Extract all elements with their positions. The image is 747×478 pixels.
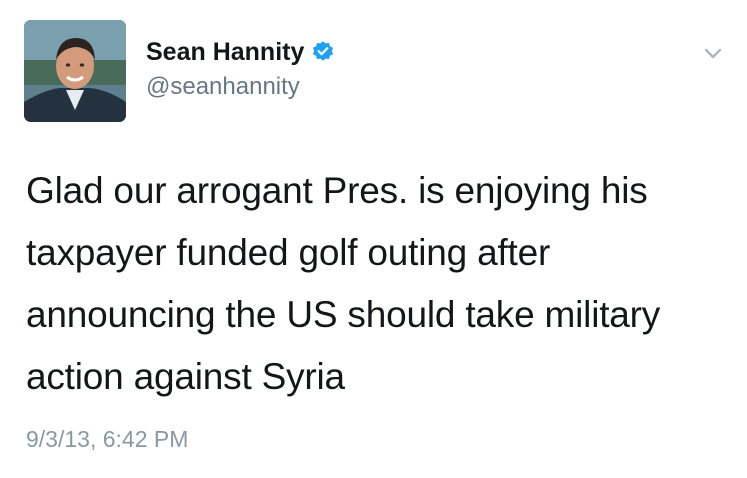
tweet-card: Sean Hannity @seanhannity Glad our arrog… [0, 0, 747, 478]
avatar[interactable] [24, 20, 126, 122]
verified-badge-icon [311, 40, 335, 64]
tweet-text-line: Glad our arrogant Pres. is enjoying his [26, 170, 648, 211]
tweet-text: Glad our arrogant Pres. is enjoying his … [26, 160, 731, 408]
display-name[interactable]: Sean Hannity [146, 37, 304, 67]
tweet-text-line: action against Syria [26, 356, 345, 397]
author-name-row[interactable]: Sean Hannity [146, 37, 335, 67]
author-handle[interactable]: @seanhannity [146, 72, 300, 102]
tweet-timestamp[interactable]: 9/3/13, 6:42 PM [26, 423, 188, 455]
tweet-text-line: taxpayer funded golf outing after [26, 232, 551, 273]
chevron-down-icon[interactable] [700, 40, 726, 66]
tweet-text-line: announcing the US should take military [26, 294, 661, 335]
